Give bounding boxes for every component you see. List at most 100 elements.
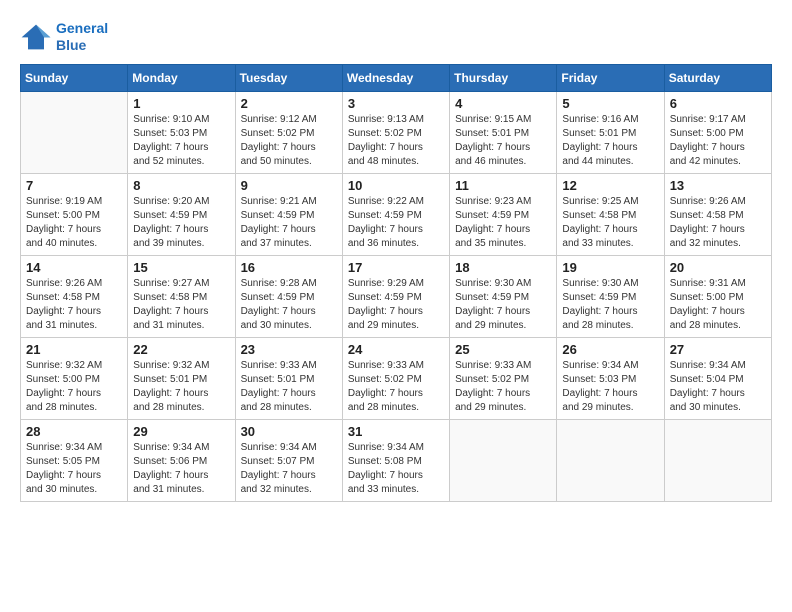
calendar-cell: 19 Sunrise: 9:30 AM Sunset: 4:59 PM Dayli… [557, 255, 664, 337]
calendar-cell: 16 Sunrise: 9:28 AM Sunset: 4:59 PM Dayli… [235, 255, 342, 337]
calendar-cell: 23 Sunrise: 9:33 AM Sunset: 5:01 PM Dayli… [235, 337, 342, 419]
day-number: 19 [562, 260, 658, 275]
day-number: 30 [241, 424, 337, 439]
calendar-cell [557, 419, 664, 501]
day-info: Sunrise: 9:33 AM Sunset: 5:02 PM Dayligh… [348, 359, 444, 415]
day-number: 27 [670, 342, 766, 357]
day-number: 20 [670, 260, 766, 275]
day-number: 10 [348, 178, 444, 193]
day-number: 1 [133, 96, 229, 111]
day-info: Sunrise: 9:33 AM Sunset: 5:01 PM Dayligh… [241, 359, 337, 415]
day-info: Sunrise: 9:27 AM Sunset: 4:58 PM Dayligh… [133, 277, 229, 333]
day-number: 15 [133, 260, 229, 275]
calendar-cell: 21Sunrise: 9:32 AM Sunset: 5:00 PM Dayli… [21, 337, 128, 419]
day-info: Sunrise: 9:26 AM Sunset: 4:58 PM Dayligh… [670, 195, 766, 251]
day-info: Sunrise: 9:22 AM Sunset: 4:59 PM Dayligh… [348, 195, 444, 251]
calendar-week-2: 7Sunrise: 9:19 AM Sunset: 5:00 PM Daylig… [21, 173, 772, 255]
calendar-cell: 20 Sunrise: 9:31 AM Sunset: 5:00 PM Dayli… [664, 255, 771, 337]
day-info: Sunrise: 9:32 AM Sunset: 5:01 PM Dayligh… [133, 359, 229, 415]
calendar-cell: 3 Sunrise: 9:13 AM Sunset: 5:02 PM Daylig… [342, 91, 449, 173]
header-monday: Monday [128, 64, 235, 91]
calendar-week-3: 14Sunrise: 9:26 AM Sunset: 4:58 PM Dayli… [21, 255, 772, 337]
day-info: Sunrise: 9:20 AM Sunset: 4:59 PM Dayligh… [133, 195, 229, 251]
header-sunday: Sunday [21, 64, 128, 91]
calendar-header-row: SundayMondayTuesdayWednesdayThursdayFrid… [21, 64, 772, 91]
calendar-cell: 5 Sunrise: 9:16 AM Sunset: 5:01 PM Daylig… [557, 91, 664, 173]
day-info: Sunrise: 9:19 AM Sunset: 5:00 PM Dayligh… [26, 195, 122, 251]
calendar-cell: 26 Sunrise: 9:34 AM Sunset: 5:03 PM Dayli… [557, 337, 664, 419]
calendar-cell: 13 Sunrise: 9:26 AM Sunset: 4:58 PM Dayli… [664, 173, 771, 255]
header-saturday: Saturday [664, 64, 771, 91]
calendar-cell: 24 Sunrise: 9:33 AM Sunset: 5:02 PM Dayli… [342, 337, 449, 419]
day-number: 16 [241, 260, 337, 275]
day-number: 2 [241, 96, 337, 111]
calendar-cell: 22 Sunrise: 9:32 AM Sunset: 5:01 PM Dayli… [128, 337, 235, 419]
calendar-cell [450, 419, 557, 501]
day-number: 24 [348, 342, 444, 357]
logo-text: General Blue [56, 20, 108, 54]
day-info: Sunrise: 9:34 AM Sunset: 5:08 PM Dayligh… [348, 441, 444, 497]
day-info: Sunrise: 9:34 AM Sunset: 5:03 PM Dayligh… [562, 359, 658, 415]
day-info: Sunrise: 9:34 AM Sunset: 5:07 PM Dayligh… [241, 441, 337, 497]
day-info: Sunrise: 9:10 AM Sunset: 5:03 PM Dayligh… [133, 113, 229, 169]
day-number: 26 [562, 342, 658, 357]
day-info: Sunrise: 9:28 AM Sunset: 4:59 PM Dayligh… [241, 277, 337, 333]
day-number: 9 [241, 178, 337, 193]
day-number: 8 [133, 178, 229, 193]
calendar-cell [664, 419, 771, 501]
calendar-cell: 2 Sunrise: 9:12 AM Sunset: 5:02 PM Daylig… [235, 91, 342, 173]
calendar-cell: 11 Sunrise: 9:23 AM Sunset: 4:59 PM Dayli… [450, 173, 557, 255]
day-info: Sunrise: 9:31 AM Sunset: 5:00 PM Dayligh… [670, 277, 766, 333]
day-info: Sunrise: 9:34 AM Sunset: 5:04 PM Dayligh… [670, 359, 766, 415]
day-info: Sunrise: 9:25 AM Sunset: 4:58 PM Dayligh… [562, 195, 658, 251]
calendar-cell: 9 Sunrise: 9:21 AM Sunset: 4:59 PM Daylig… [235, 173, 342, 255]
day-info: Sunrise: 9:30 AM Sunset: 4:59 PM Dayligh… [455, 277, 551, 333]
day-info: Sunrise: 9:33 AM Sunset: 5:02 PM Dayligh… [455, 359, 551, 415]
logo: General Blue [20, 20, 108, 54]
day-number: 11 [455, 178, 551, 193]
day-number: 18 [455, 260, 551, 275]
logo-icon [20, 23, 52, 51]
day-info: Sunrise: 9:15 AM Sunset: 5:01 PM Dayligh… [455, 113, 551, 169]
calendar-cell: 6 Sunrise: 9:17 AM Sunset: 5:00 PM Daylig… [664, 91, 771, 173]
header-tuesday: Tuesday [235, 64, 342, 91]
calendar-cell: 12 Sunrise: 9:25 AM Sunset: 4:58 PM Dayli… [557, 173, 664, 255]
day-info: Sunrise: 9:34 AM Sunset: 5:05 PM Dayligh… [26, 441, 122, 497]
calendar-cell: 25Sunrise: 9:33 AM Sunset: 5:02 PM Dayli… [450, 337, 557, 419]
day-number: 4 [455, 96, 551, 111]
header-friday: Friday [557, 64, 664, 91]
calendar-cell: 15 Sunrise: 9:27 AM Sunset: 4:58 PM Dayli… [128, 255, 235, 337]
calendar-week-4: 21Sunrise: 9:32 AM Sunset: 5:00 PM Dayli… [21, 337, 772, 419]
day-number: 31 [348, 424, 444, 439]
calendar-cell: 27 Sunrise: 9:34 AM Sunset: 5:04 PM Dayli… [664, 337, 771, 419]
calendar-week-1: 1 Sunrise: 9:10 AM Sunset: 5:03 PM Daylig… [21, 91, 772, 173]
calendar-cell: 29 Sunrise: 9:34 AM Sunset: 5:06 PM Dayli… [128, 419, 235, 501]
page-header: General Blue [20, 20, 772, 54]
day-info: Sunrise: 9:29 AM Sunset: 4:59 PM Dayligh… [348, 277, 444, 333]
header-thursday: Thursday [450, 64, 557, 91]
day-info: Sunrise: 9:34 AM Sunset: 5:06 PM Dayligh… [133, 441, 229, 497]
calendar: SundayMondayTuesdayWednesdayThursdayFrid… [20, 64, 772, 502]
day-info: Sunrise: 9:32 AM Sunset: 5:00 PM Dayligh… [26, 359, 122, 415]
day-number: 29 [133, 424, 229, 439]
calendar-week-5: 28Sunrise: 9:34 AM Sunset: 5:05 PM Dayli… [21, 419, 772, 501]
day-number: 13 [670, 178, 766, 193]
day-info: Sunrise: 9:23 AM Sunset: 4:59 PM Dayligh… [455, 195, 551, 251]
day-info: Sunrise: 9:17 AM Sunset: 5:00 PM Dayligh… [670, 113, 766, 169]
day-info: Sunrise: 9:13 AM Sunset: 5:02 PM Dayligh… [348, 113, 444, 169]
header-wednesday: Wednesday [342, 64, 449, 91]
day-info: Sunrise: 9:21 AM Sunset: 4:59 PM Dayligh… [241, 195, 337, 251]
day-info: Sunrise: 9:12 AM Sunset: 5:02 PM Dayligh… [241, 113, 337, 169]
day-info: Sunrise: 9:16 AM Sunset: 5:01 PM Dayligh… [562, 113, 658, 169]
day-number: 5 [562, 96, 658, 111]
calendar-cell: 30 Sunrise: 9:34 AM Sunset: 5:07 PM Dayli… [235, 419, 342, 501]
calendar-cell: 1 Sunrise: 9:10 AM Sunset: 5:03 PM Daylig… [128, 91, 235, 173]
day-info: Sunrise: 9:30 AM Sunset: 4:59 PM Dayligh… [562, 277, 658, 333]
day-number: 14 [26, 260, 122, 275]
calendar-cell: 10 Sunrise: 9:22 AM Sunset: 4:59 PM Dayli… [342, 173, 449, 255]
day-number: 12 [562, 178, 658, 193]
day-number: 6 [670, 96, 766, 111]
day-number: 3 [348, 96, 444, 111]
day-number: 22 [133, 342, 229, 357]
day-number: 23 [241, 342, 337, 357]
